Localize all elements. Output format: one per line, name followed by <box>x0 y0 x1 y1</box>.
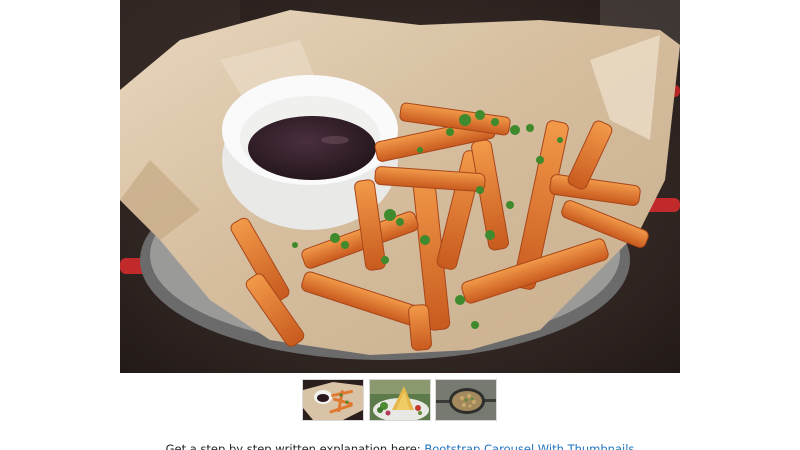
caption: Get a step by step written explanation h… <box>0 442 800 450</box>
tutorial-link[interactable]: Bootstrap Carousel With Thumbnails <box>424 442 634 450</box>
carousel-thumbnails <box>302 379 500 422</box>
carousel-thumbnail-2[interactable] <box>369 379 431 421</box>
carousel-thumbnail-1[interactable] <box>302 379 364 421</box>
carousel-main-image[interactable] <box>120 0 680 373</box>
page: Get a step by step written explanation h… <box>0 0 800 450</box>
fries-thumbnail-photo-icon <box>303 380 363 420</box>
pan-dish-thumbnail-photo-icon <box>436 380 496 420</box>
sweet-potato-fries-photo-icon <box>120 0 680 373</box>
salad-dish-thumbnail-photo-icon <box>370 380 430 420</box>
carousel-thumbnail-3[interactable] <box>435 379 497 421</box>
caption-text: Get a step by step written explanation h… <box>165 442 425 450</box>
